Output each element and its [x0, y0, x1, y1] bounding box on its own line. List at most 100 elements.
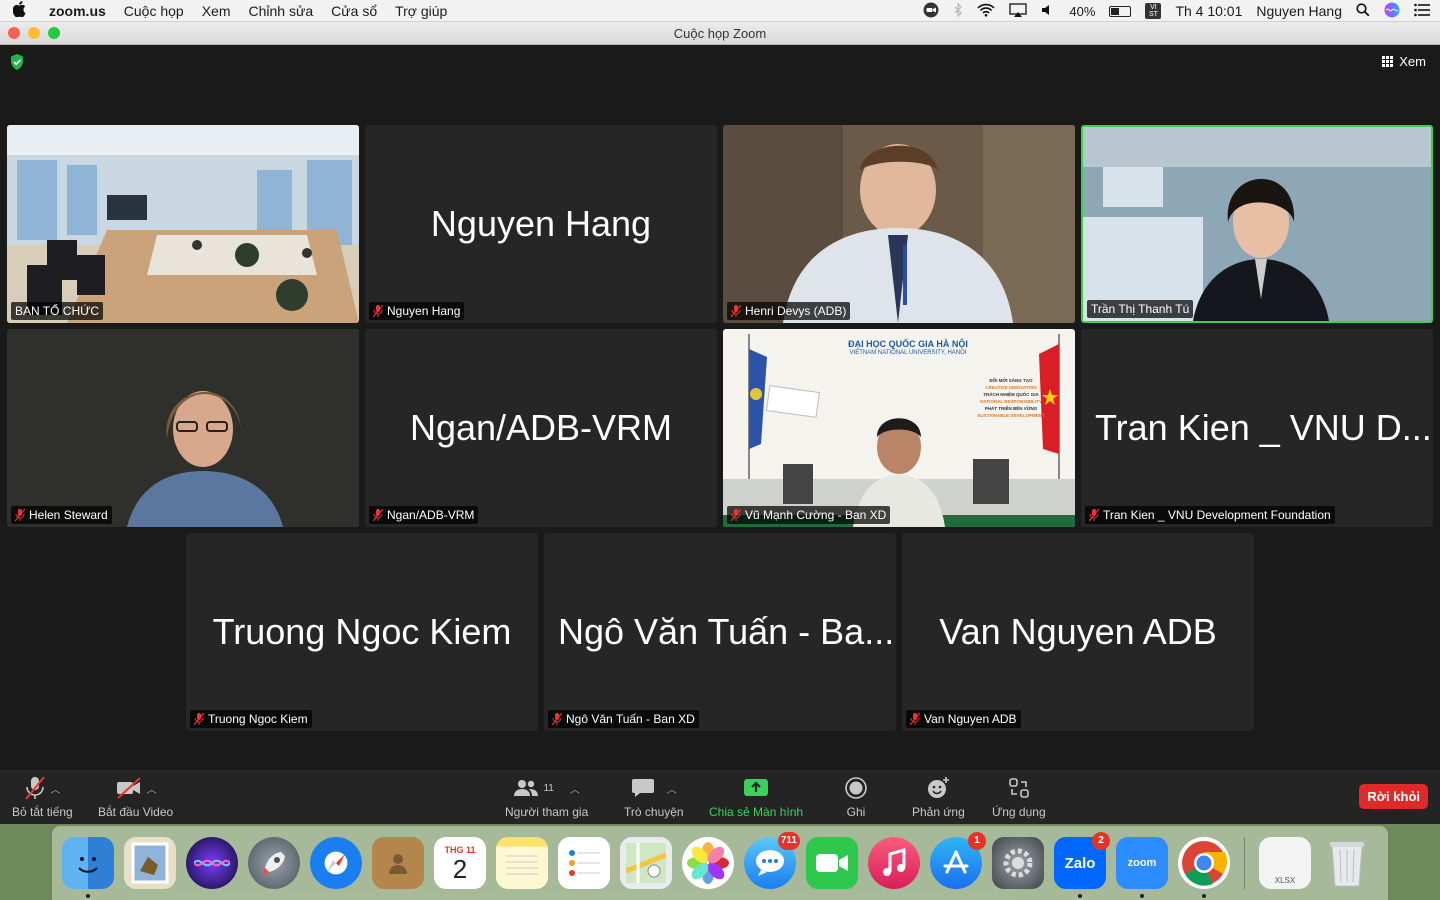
app-store-badge: 1: [968, 832, 986, 850]
chat-caret-icon[interactable]: ︿: [667, 781, 677, 796]
siri-icon[interactable]: [1384, 2, 1400, 21]
dock-separator: [1244, 837, 1245, 889]
participant-tile-active-speaker[interactable]: Trần Thị Thanh Tú: [1081, 125, 1433, 323]
calendar-icon[interactable]: THG 11 2: [434, 837, 486, 889]
zoom-app-icon[interactable]: zoom: [1116, 837, 1168, 898]
user-name[interactable]: Nguyen Hang: [1256, 3, 1342, 19]
participant-name-label: Tran Kien _ VNU Development Foundation: [1085, 506, 1335, 524]
mail-stamp-icon[interactable]: [124, 837, 176, 889]
menu-view[interactable]: Xem: [193, 3, 240, 19]
participant-name-label: Nguyen Hang: [369, 302, 465, 320]
menu-app-name[interactable]: zoom.us: [40, 3, 115, 19]
trash-icon[interactable]: [1321, 837, 1373, 889]
finder-icon[interactable]: [62, 837, 114, 898]
participants-button[interactable]: 11 ︿ Người tham gia: [505, 776, 588, 819]
mic-muted-icon: [910, 713, 920, 725]
notification-center-icon[interactable]: [1414, 3, 1430, 20]
video-feed-vnu-backdrop: [723, 329, 1075, 527]
vnu-banner-title: ĐẠI HỌC QUỐC GIA HÀ NỘI: [848, 339, 968, 349]
maps-icon[interactable]: [620, 837, 672, 889]
participant-name-label: Vũ Mạnh Cường - Ban XD: [727, 506, 891, 524]
battery-percent: 40%: [1069, 3, 1096, 19]
reactions-button[interactable]: Phản ứng: [912, 776, 965, 819]
video-options-caret-icon[interactable]: ︿: [147, 781, 157, 796]
vnu-banner-slogans: ĐỔI MỚI SÁNG TẠO CREATIVE INNOVATION TRÁC…: [977, 378, 1045, 418]
leave-meeting-button[interactable]: Rời khỏi: [1359, 784, 1428, 809]
messages-icon[interactable]: 711: [744, 832, 800, 889]
input-source-icon[interactable]: VI ST: [1145, 3, 1162, 19]
reminders-icon[interactable]: [558, 837, 610, 889]
zoom-label: zoom: [1127, 857, 1157, 869]
participant-name-label: Ngô Văn Tuấn - Ban XD: [548, 710, 699, 728]
facetime-icon[interactable]: [806, 837, 858, 889]
photos-icon[interactable]: [682, 837, 734, 889]
chat-button-label: Trò chuyện: [624, 805, 684, 819]
calendar-day: 2: [452, 853, 468, 884]
reactions-button-label: Phản ứng: [912, 805, 965, 819]
smiley-plus-icon: [928, 777, 950, 798]
participant-tile[interactable]: Henri Devys (ADB): [723, 125, 1075, 323]
chrome-icon[interactable]: [1178, 837, 1230, 898]
record-icon: [845, 777, 867, 799]
app-store-icon[interactable]: 1: [930, 832, 986, 889]
volume-icon[interactable]: [1041, 3, 1055, 20]
zoom-meeting-window: Cuộc họp Zoom Xem BAN TỔ CHỨC Nguyen Han…: [0, 22, 1440, 824]
participant-tile[interactable]: Helen Steward: [7, 329, 359, 527]
record-button[interactable]: Ghi: [845, 776, 867, 819]
apple-menu-icon[interactable]: [0, 0, 40, 21]
video-feed-woman-glasses: [7, 329, 359, 527]
zalo-badge: 2: [1092, 832, 1110, 850]
zoom-status-icon[interactable]: [923, 2, 939, 21]
unmute-button[interactable]: ︿ Bỏ tắt tiếng: [12, 776, 73, 819]
participant-tile[interactable]: BAN TỔ CHỨC: [7, 125, 359, 323]
participant-tile[interactable]: Ngan/ADB-VRM Ngan/ADB-VRM: [365, 329, 717, 527]
running-indicator: [1202, 894, 1206, 898]
apps-button[interactable]: Ứng dụng: [992, 776, 1046, 819]
participants-caret-icon[interactable]: ︿: [570, 781, 580, 796]
participants-button-label: Người tham gia: [505, 805, 589, 819]
participant-name-label: Truong Ngoc Kiem: [190, 710, 312, 728]
bluetooth-icon[interactable]: [953, 1, 963, 20]
participant-tile[interactable]: Van Nguyen ADB Van Nguyen ADB: [902, 533, 1254, 731]
menu-edit[interactable]: Chỉnh sửa: [240, 3, 323, 19]
mic-muted-icon: [15, 509, 25, 521]
launchpad-rocket-icon[interactable]: [248, 837, 300, 889]
notes-icon[interactable]: [496, 837, 548, 889]
wifi-icon[interactable]: [977, 3, 995, 20]
xlsx-document-icon[interactable]: XLSX: [1259, 837, 1311, 889]
zalo-icon[interactable]: Zalo 2: [1054, 832, 1110, 898]
spotlight-icon[interactable]: [1356, 2, 1370, 20]
macos-menubar: zoom.us Cuộc họp Xem Chỉnh sửa Cửa sổ Tr…: [0, 0, 1440, 22]
participant-tile[interactable]: Nguyen Hang Nguyen Hang: [365, 125, 717, 323]
participant-name-label: Henri Devys (ADB): [727, 302, 851, 320]
participant-tile[interactable]: Ngô Văn Tuấn - Ba... Ngô Văn Tuấn - Ban …: [544, 533, 896, 731]
music-note-icon[interactable]: [868, 837, 920, 889]
audio-options-caret-icon[interactable]: ︿: [50, 781, 60, 796]
encryption-shield-icon[interactable]: [10, 54, 24, 70]
safari-compass-icon[interactable]: [310, 837, 362, 889]
record-button-label: Ghi: [846, 805, 866, 819]
grid-view-icon: [1382, 56, 1394, 67]
view-button[interactable]: Xem: [1382, 54, 1426, 69]
contacts-book-icon[interactable]: [372, 837, 424, 889]
mic-muted-icon: [25, 776, 46, 800]
airplay-icon[interactable]: [1009, 2, 1028, 20]
macos-dock: THG 11 2 711 1 Zalo 2 zoom XLSX: [52, 826, 1388, 900]
participant-tile[interactable]: Truong Ngoc Kiem Truong Ngoc Kiem: [186, 533, 538, 731]
chat-button[interactable]: ︿ Trò chuyện: [624, 776, 684, 819]
participant-big-name: Truong Ngoc Kiem: [212, 611, 512, 652]
start-video-button[interactable]: ︿ Bắt đầu Video: [98, 776, 173, 819]
menu-window[interactable]: Cửa sổ: [322, 3, 386, 19]
menu-meeting[interactable]: Cuộc họp: [115, 3, 193, 19]
participant-name-label: Trần Thị Thanh Tú: [1087, 300, 1194, 318]
system-preferences-gear-icon[interactable]: [992, 837, 1044, 889]
running-indicator: [1140, 894, 1144, 898]
share-screen-button[interactable]: Chia sẻ Màn hình: [709, 776, 803, 819]
siri-icon[interactable]: [186, 837, 238, 889]
clock[interactable]: Th 4 10:01: [1175, 3, 1242, 19]
participant-tile[interactable]: Tran Kien _ VNU D... Tran Kien _ VNU Dev…: [1081, 329, 1433, 527]
zalo-label: Zalo: [1064, 854, 1096, 872]
battery-icon[interactable]: [1109, 5, 1132, 17]
participant-tile[interactable]: ĐẠI HỌC QUỐC GIA HÀ NỘI VIETNAM NATIONAL…: [723, 329, 1075, 527]
menu-help[interactable]: Trợ giúp: [386, 3, 456, 19]
